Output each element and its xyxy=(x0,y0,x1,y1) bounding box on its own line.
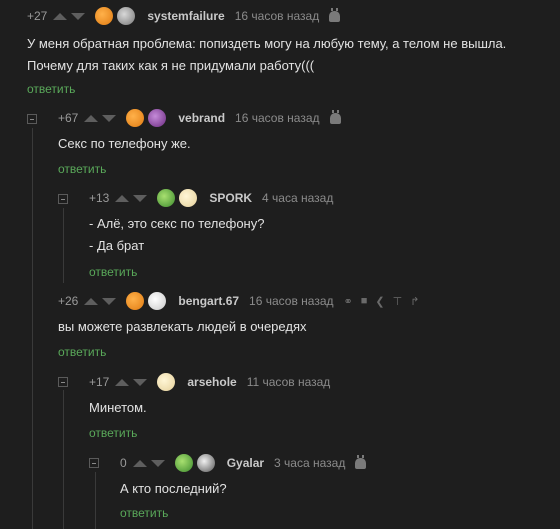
avatar[interactable] xyxy=(126,292,145,310)
avatar[interactable] xyxy=(179,189,198,207)
avatar[interactable] xyxy=(157,189,176,207)
comment-header: 0 Gyalar 3 часа назад xyxy=(120,453,367,473)
comment-header: +67 vebrand 16 часов назад xyxy=(58,108,341,128)
comment-text: вы можете развлекать людей в очередях xyxy=(58,316,307,338)
timestamp[interactable]: 11 часов назад xyxy=(247,375,331,389)
comment-line: - Алё, это секс по телефону? xyxy=(89,216,265,231)
reply-link[interactable]: ответить xyxy=(120,506,168,520)
timestamp[interactable]: 4 часа назад xyxy=(262,191,333,205)
comment-text: - Алё, это секс по телефону? - Да брат xyxy=(89,213,264,257)
arrow-down-icon[interactable] xyxy=(71,12,86,20)
username[interactable]: arsehole xyxy=(187,375,236,389)
arrow-top-icon[interactable]: ⊤ xyxy=(393,295,403,308)
comment-line: А кто последний? xyxy=(120,481,227,496)
avatar[interactable] xyxy=(157,373,176,391)
username[interactable]: SPORK xyxy=(209,191,252,205)
avatar[interactable] xyxy=(148,292,167,310)
comment-line: Почему для таких как я не придумали рабо… xyxy=(27,58,315,73)
arrow-up-icon[interactable] xyxy=(84,114,99,122)
rating: +67 xyxy=(58,111,79,125)
comment-line: - Да брат xyxy=(89,238,145,253)
comment-line: Минетом. xyxy=(89,400,147,415)
comment-line: У меня обратная проблема: попиздеть могу… xyxy=(27,36,507,51)
comment-header: +17 arsehole 11 часов назад xyxy=(89,372,340,392)
comment-text: А кто последний? xyxy=(120,478,227,500)
reply-link[interactable]: ответить xyxy=(58,162,106,176)
timestamp[interactable]: 16 часов назад xyxy=(235,9,319,23)
reply-link[interactable]: ответить xyxy=(89,426,137,440)
arrow-down-icon[interactable] xyxy=(133,378,148,386)
thread-line xyxy=(95,472,96,529)
collapse-button[interactable] xyxy=(58,194,68,204)
username[interactable]: Gyalar xyxy=(227,456,264,470)
timestamp[interactable]: 16 часов назад xyxy=(249,294,333,308)
android-icon xyxy=(329,7,341,22)
rating: 0 xyxy=(120,456,127,470)
comment-header: +27 systemfailure 16 часов назад xyxy=(27,6,341,26)
reply-link[interactable]: ответить xyxy=(58,345,106,359)
arrow-up-icon[interactable] xyxy=(53,12,68,20)
username[interactable]: systemfailure xyxy=(147,9,224,23)
collapse-button[interactable] xyxy=(58,377,68,387)
avatar[interactable] xyxy=(126,109,145,127)
comment-header: +13 SPORK 4 часа назад xyxy=(89,188,343,208)
save-icon[interactable]: ■ xyxy=(361,295,368,307)
avatar[interactable] xyxy=(174,454,193,472)
android-icon xyxy=(329,109,341,124)
reply-link[interactable]: ответить xyxy=(27,82,75,96)
reply-link[interactable]: ответить xyxy=(89,265,137,279)
thread-line xyxy=(63,208,64,283)
comment-line: Секс по телефону же. xyxy=(58,136,191,151)
rating: +26 xyxy=(58,294,79,308)
username[interactable]: vebrand xyxy=(178,111,225,125)
link-icon[interactable]: ⚭ xyxy=(344,295,353,308)
timestamp[interactable]: 16 часов назад xyxy=(235,111,319,125)
collapse-button[interactable] xyxy=(27,114,37,124)
arrow-down-icon[interactable] xyxy=(150,459,165,467)
timestamp[interactable]: 3 часа назад xyxy=(274,456,345,470)
thread-line xyxy=(32,128,33,529)
avatar[interactable] xyxy=(148,109,167,127)
collapse-button[interactable] xyxy=(89,458,99,468)
comment-text: Минетом. xyxy=(89,397,147,419)
rating: +17 xyxy=(89,375,110,389)
arrow-down-icon[interactable] xyxy=(102,114,117,122)
avatar[interactable] xyxy=(117,7,136,25)
comment-text: У меня обратная проблема: попиздеть могу… xyxy=(27,33,506,77)
branch-icon[interactable]: ↱ xyxy=(410,295,419,308)
arrow-up-icon[interactable] xyxy=(115,378,130,386)
comment-header: +26 bengart.67 16 часов назад ⚭ ■ ❮ ⊤ ↱ xyxy=(58,291,427,311)
arrow-down-icon[interactable] xyxy=(102,297,117,305)
rating: +27 xyxy=(27,9,48,23)
avatar[interactable] xyxy=(95,7,114,25)
username[interactable]: bengart.67 xyxy=(178,294,239,308)
arrow-up-icon[interactable] xyxy=(115,194,130,202)
arrow-up-icon[interactable] xyxy=(132,459,147,467)
share-icon[interactable]: ❮ xyxy=(375,295,384,308)
comment-line: вы можете развлекать людей в очередях xyxy=(58,319,307,334)
thread-line xyxy=(63,390,64,529)
android-icon xyxy=(355,454,367,469)
rating: +13 xyxy=(89,191,110,205)
arrow-up-icon[interactable] xyxy=(84,297,99,305)
avatar[interactable] xyxy=(196,454,215,472)
arrow-down-icon[interactable] xyxy=(133,194,148,202)
comment-text: Секс по телефону же. xyxy=(58,133,191,155)
